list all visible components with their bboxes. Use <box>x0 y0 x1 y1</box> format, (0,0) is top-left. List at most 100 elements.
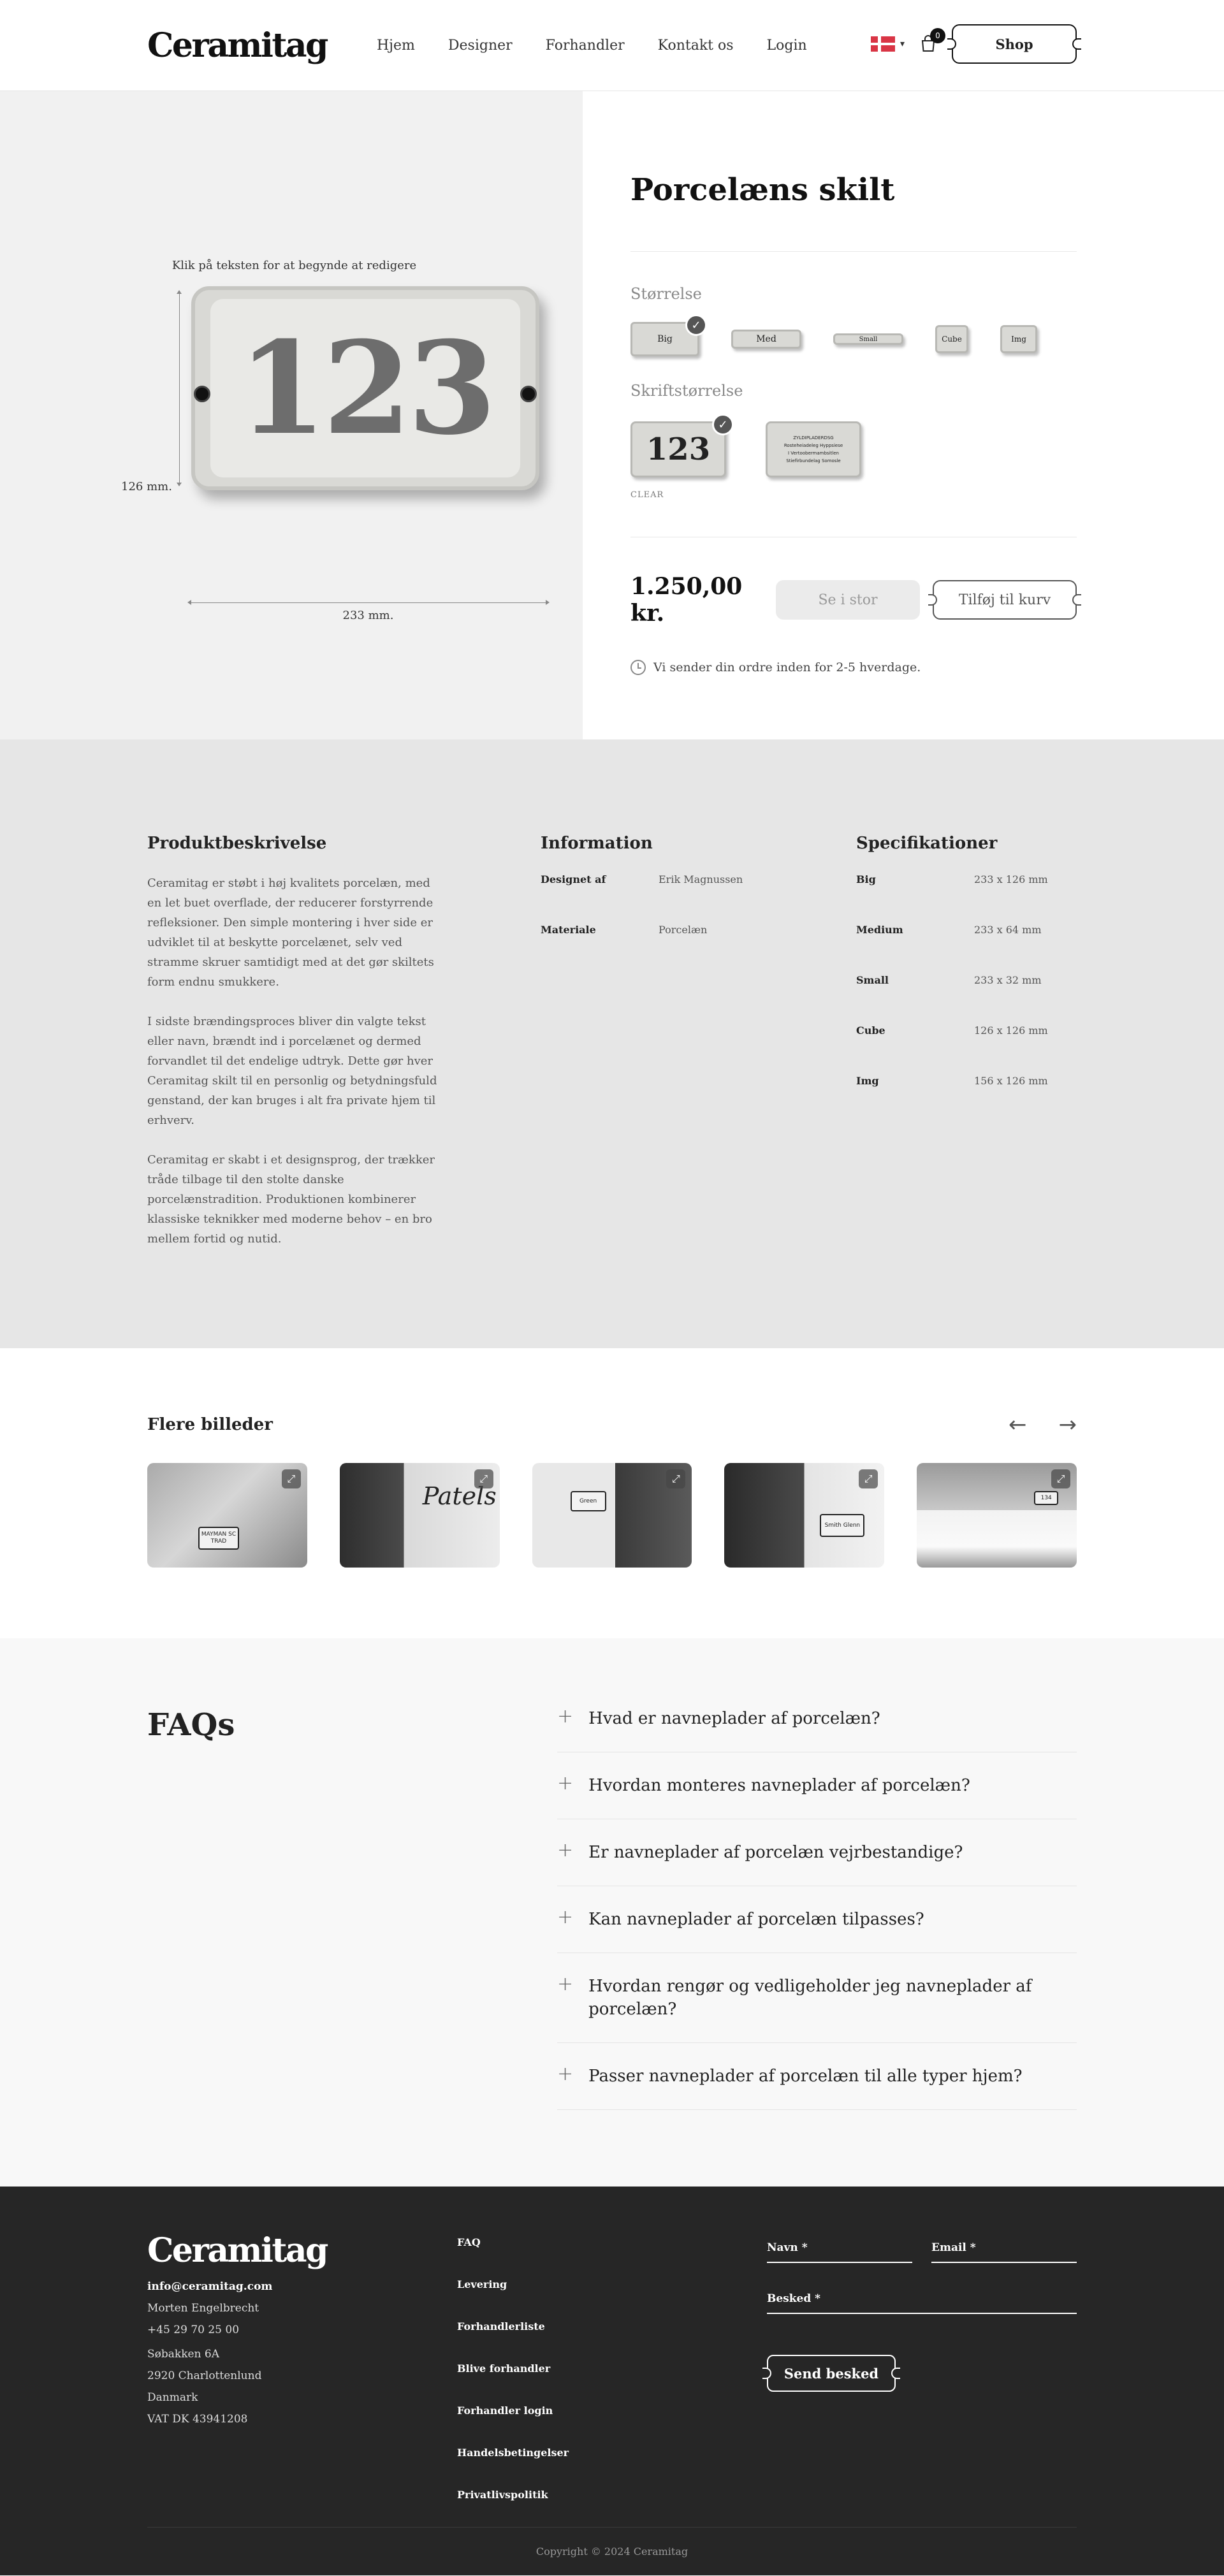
height-dimension-label: 126 mm. <box>121 480 172 493</box>
faq-item[interactable]: + Er navneplader af porcelæn vejrbestandi… <box>557 1819 1077 1886</box>
font-option-large[interactable]: 123 ✓ <box>630 414 734 477</box>
faq-item[interactable]: + Passer navneplader af porcelæn til alle… <box>557 2043 1077 2110</box>
size-option-label: Img <box>1011 335 1026 344</box>
footer-email[interactable]: info@ceramitag.com <box>147 2280 457 2293</box>
expand-icon[interactable]: ⤢ <box>666 1469 686 1488</box>
site-header: Ceramitag Hjem Designer Forhandler Konta… <box>0 0 1224 91</box>
faq-question: Hvad er navneplader af porcelæn? <box>588 1709 880 1728</box>
height-dimension-line <box>177 290 182 486</box>
expand-icon[interactable]: ⤢ <box>281 1469 301 1488</box>
gallery-image[interactable]: Smith Glenn ⤢ <box>724 1463 885 1568</box>
check-icon: ✓ <box>685 314 707 336</box>
description-paragraph: Ceramitag er skabt i et designsprog, der… <box>147 1153 435 1246</box>
size-option-label: Med <box>756 334 776 344</box>
footer-link-dealer-login[interactable]: Forhandler login <box>457 2405 767 2417</box>
faq-title: FAQs <box>147 1707 235 1743</box>
expand-icon[interactable]: ⤢ <box>859 1469 878 1488</box>
nav-designer[interactable]: Designer <box>448 38 513 54</box>
gallery-image[interactable]: Patels ⤢ <box>339 1463 500 1568</box>
email-field[interactable]: Email * <box>931 2231 1077 2263</box>
plus-icon: + <box>557 1839 574 1861</box>
copyright: Copyright © 2024 Ceramitag <box>147 2527 1077 2575</box>
expand-icon[interactable]: ⤢ <box>1051 1469 1070 1488</box>
footer-vat: VAT DK 43941208 <box>147 2413 248 2426</box>
faq-item[interactable]: + Hvordan rengør og vedligeholder jeg nav… <box>557 1953 1077 2043</box>
size-option-big[interactable]: Big ✓ <box>630 314 707 356</box>
font-option-large-sample: 123 <box>646 432 711 467</box>
shipping-info: Vi sender din ordre inden for 2-5 hverda… <box>630 660 1077 675</box>
language-selector[interactable]: ▾ <box>870 36 905 52</box>
add-to-cart-button[interactable]: Tilføj til kurv <box>928 580 1081 620</box>
font-option-small[interactable]: ZYLDIPLADERDSG Rosteheiadeleg Hyppsiese … <box>766 421 861 477</box>
footer-link-delivery[interactable]: Levering <box>457 2278 767 2290</box>
header-actions: ▾ 0 Shop <box>870 24 1081 64</box>
product-preview: Klik på teksten for at begynde at redige… <box>0 91 583 739</box>
nav-login[interactable]: Login <box>767 38 807 54</box>
specifications-column: Specifikationer Big 233 x 126 mm Medium 23… <box>856 834 1077 1348</box>
info-row: Designet af Erik Magnussen <box>541 873 856 885</box>
name-field[interactable]: Navn * <box>767 2231 912 2263</box>
logo[interactable]: Ceramitag <box>147 26 377 65</box>
size-option-cube[interactable]: Cube <box>935 325 968 353</box>
footer-link-faq[interactable]: FAQ <box>457 2236 767 2248</box>
shop-button[interactable]: Shop <box>947 24 1081 64</box>
message-field[interactable]: Besked * <box>767 2282 1077 2314</box>
plus-icon: + <box>557 1705 574 1728</box>
size-option-small[interactable]: Small <box>833 333 903 345</box>
expand-icon[interactable]: ⤢ <box>474 1469 493 1488</box>
size-option-label: Small <box>859 335 878 343</box>
gallery-title: Flere billeder <box>147 1415 273 1434</box>
font-size-options: 123 ✓ ZYLDIPLADERDSG Rosteheiadeleg Hypp… <box>630 414 1077 477</box>
specifications-title: Specifikationer <box>856 834 998 853</box>
spec-row: Small 233 x 32 mm <box>856 974 1042 986</box>
info-row: Materiale Porcelæn <box>541 924 856 936</box>
gallery-images: MAYMAN SC TRAD ⤢ Patels ⤢ Green ⤢ Smith … <box>147 1463 1077 1568</box>
footer-address-line: 2920 Charlottenlund <box>147 2369 262 2382</box>
gallery-image[interactable]: MAYMAN SC TRAD ⤢ <box>147 1463 307 1568</box>
arrow-right-icon[interactable]: → <box>1059 1412 1077 1437</box>
size-label: Størrelse <box>630 285 702 303</box>
footer-link-become-dealer[interactable]: Blive forhandler <box>457 2362 767 2375</box>
faq-item[interactable]: + Kan navneplader af porcelæn tilpasses? <box>557 1886 1077 1953</box>
screw-icon <box>520 386 537 402</box>
send-message-button[interactable]: Send besked <box>762 2355 900 2392</box>
size-option-med[interactable]: Med <box>731 330 801 349</box>
description-paragraph: Ceramitag er støbt i høj kvalitets porce… <box>147 877 434 989</box>
faq-item[interactable]: + Hvad er navneplader af porcelæn? <box>557 1707 1077 1752</box>
send-message-label: Send besked <box>783 2365 879 2382</box>
clear-button[interactable]: CLEAR <box>630 490 1077 500</box>
chevron-down-icon: ▾ <box>900 39 905 49</box>
nav-dealer[interactable]: Forhandler <box>546 38 625 54</box>
plate-text[interactable]: 123 <box>238 314 496 463</box>
size-option-img[interactable]: Img <box>1000 325 1037 353</box>
gallery-image[interactable]: Green ⤢ <box>532 1463 692 1568</box>
plate-face: 123 <box>210 299 520 477</box>
gallery-image[interactable]: 134 ⤢ <box>917 1463 1077 1568</box>
faq-item[interactable]: + Hvordan monteres navneplader af porcelæ… <box>557 1752 1077 1819</box>
footer-link-terms[interactable]: Handelsbetingelser <box>457 2447 767 2459</box>
plate-preview: 123 <box>191 286 539 490</box>
footer-logo[interactable]: Ceramitag <box>147 2231 457 2270</box>
font-size-label: Skriftstørrelse <box>630 382 743 400</box>
arrow-left-icon[interactable]: ← <box>1009 1412 1027 1437</box>
footer-contact-name: Morten Engelbrecht <box>147 2302 259 2315</box>
information-title: Information <box>541 834 653 853</box>
footer-phone[interactable]: +45 29 70 25 00 <box>147 2324 457 2336</box>
nav-contact[interactable]: Kontakt os <box>658 38 734 54</box>
product-hero: Klik på teksten for at begynde at redige… <box>0 91 1224 739</box>
spec-row: Medium 233 x 64 mm <box>856 924 1042 936</box>
footer-link-privacy[interactable]: Privatlivspolitik <box>457 2489 767 2501</box>
view-large-button[interactable]: Se i stor <box>776 580 920 620</box>
width-dimension-line <box>187 600 550 605</box>
danish-flag-icon <box>870 36 895 52</box>
gallery: Flere billeder ← → MAYMAN SC TRAD ⤢ Pate… <box>0 1348 1224 1638</box>
faq-list: + Hvad er navneplader af porcelæn? + Hvord… <box>557 1707 1077 2187</box>
site-footer: Ceramitag info@ceramitag.com Morten Enge… <box>0 2187 1224 2575</box>
nav-home[interactable]: Hjem <box>377 38 415 54</box>
product-details: Produktbeskrivelse Ceramitag er støbt i … <box>0 739 1224 1348</box>
spec-row: Cube 126 x 126 mm <box>856 1024 1048 1037</box>
contact-form: Navn * Email * Besked * Send besked <box>762 2231 1077 2531</box>
plus-icon: + <box>557 2063 574 2085</box>
cart-button[interactable]: 0 <box>919 28 945 54</box>
footer-link-dealer-list[interactable]: Forhandlerliste <box>457 2320 767 2332</box>
